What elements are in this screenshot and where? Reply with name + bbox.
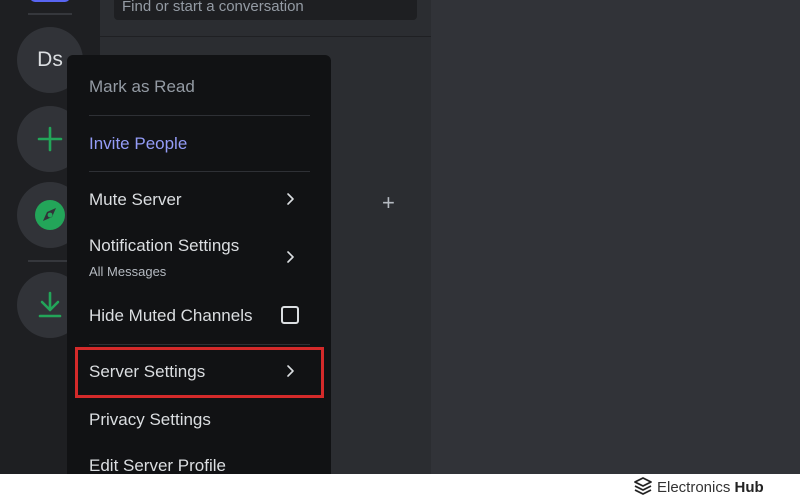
- download-icon: [38, 291, 62, 318]
- compass-icon: [35, 200, 65, 230]
- create-dm-button[interactable]: +: [382, 190, 395, 216]
- menu-item-invite-people[interactable]: Invite People: [89, 134, 187, 154]
- search-placeholder: Find or start a conversation: [122, 0, 304, 15]
- chevron-right-icon: [287, 251, 294, 263]
- conversation-search[interactable]: Find or start a conversation: [114, 0, 417, 20]
- hide-muted-checkbox[interactable]: [281, 306, 299, 324]
- main-content: [431, 0, 800, 474]
- menu-item-notification-settings[interactable]: Notification Settings: [89, 236, 239, 256]
- menu-separator: [89, 171, 310, 172]
- electronics-hub-logo-icon: [634, 477, 652, 495]
- menu-item-edit-server-profile[interactable]: Edit Server Profile: [89, 456, 226, 474]
- panel-divider: [100, 36, 431, 37]
- plus-icon: [37, 126, 63, 152]
- menu-item-privacy-settings[interactable]: Privacy Settings: [89, 410, 211, 430]
- menu-item-hide-muted-channels[interactable]: Hide Muted Channels: [89, 306, 252, 326]
- home-button[interactable]: [30, 0, 70, 2]
- server-context-menu: Mark as Read Invite People Mute Server N…: [67, 55, 331, 474]
- menu-separator: [89, 115, 310, 116]
- menu-item-mute-server[interactable]: Mute Server: [89, 190, 182, 210]
- watermark: Electronics Hub: [634, 476, 764, 498]
- menu-item-mark-as-read[interactable]: Mark as Read: [89, 77, 195, 97]
- server-ds-label: Ds: [37, 48, 63, 71]
- rail-divider: [28, 260, 72, 262]
- server-settings-highlight-box: [75, 347, 324, 398]
- menu-separator: [89, 344, 310, 345]
- watermark-text: Electronics Hub: [657, 478, 764, 496]
- notification-settings-value: All Messages: [89, 264, 167, 279]
- discord-app: Ds Find or start a conversation + Mark a…: [0, 0, 800, 474]
- chevron-right-icon: [287, 193, 294, 205]
- rail-divider: [28, 13, 72, 15]
